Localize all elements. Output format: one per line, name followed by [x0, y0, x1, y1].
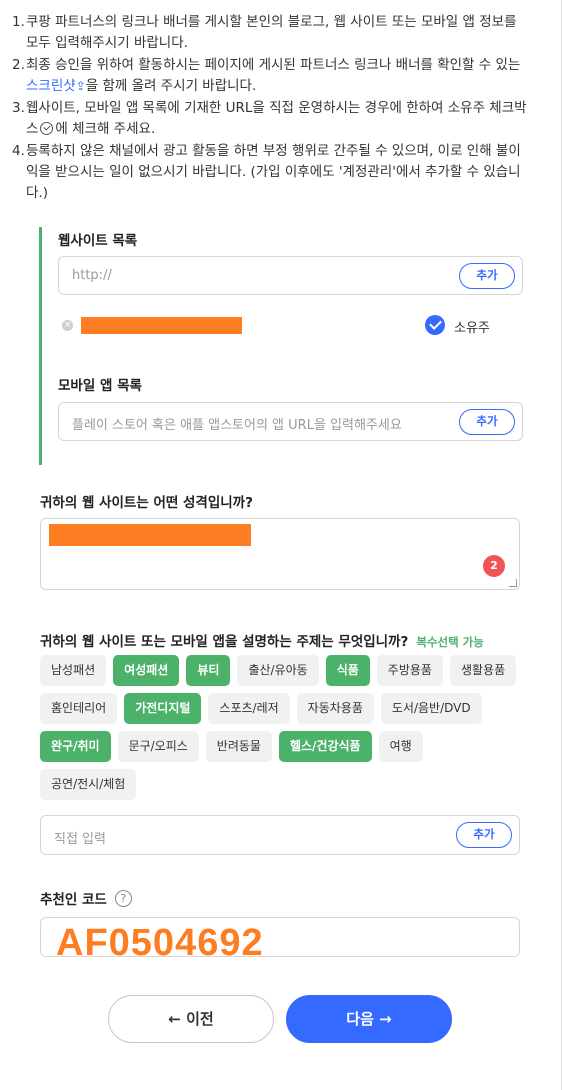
- app-url-input[interactable]: 플레이 스토어 혹은 애플 앱스토어의 앱 URL을 입력해주세요 추가: [58, 402, 523, 441]
- topic-tag[interactable]: 자동차용품: [296, 693, 374, 724]
- topic-tag[interactable]: 반려동물: [205, 731, 272, 762]
- instruction-number: 2.: [12, 57, 25, 73]
- add-app-button[interactable]: 추가: [459, 409, 515, 435]
- channel-section: 웹사이트 목록 http:// 추가 × 소유주 모바일 앱 목록 플레이 스토…: [39, 227, 524, 465]
- multi-select-note: 복수선택 가능: [416, 635, 484, 649]
- resize-handle[interactable]: [509, 579, 517, 587]
- app-url-placeholder: 플레이 스토어 혹은 애플 앱스토어의 앱 URL을 입력해주세요: [72, 418, 402, 433]
- topic-tag[interactable]: 홈인테리어: [40, 693, 118, 724]
- instruction-text: 쿠팡 파트너스의 링크나 배너를 게시할 본인의 블로그, 웹 사이트 또는 모…: [26, 14, 517, 51]
- topic-tag[interactable]: 완구/취미: [40, 731, 111, 762]
- topics-question-text: 귀하의 웹 사이트 또는 모바일 앱을 설명하는 주제는 무엇입니까?: [40, 634, 409, 650]
- owner-checkbox[interactable]: [425, 315, 445, 335]
- remove-icon[interactable]: ×: [62, 320, 73, 331]
- website-url-input[interactable]: http:// 추가: [58, 256, 523, 295]
- error-count-badge: 2: [483, 555, 505, 577]
- prev-button[interactable]: ← 이전: [108, 995, 274, 1043]
- referral-label-text: 추천인 코드: [40, 892, 107, 908]
- topic-tag[interactable]: 남성패션: [40, 655, 107, 686]
- instruction-item: 2. 최종 승인을 위하여 활동하시는 페이지에 게시된 파트너스 링크나 배너…: [12, 55, 532, 97]
- topic-tag[interactable]: 여행: [378, 731, 423, 762]
- add-website-button[interactable]: 추가: [459, 263, 515, 289]
- topic-tags: 남성패션 여성패션 뷰티 출산/유아동 식품 주방용품 생활용품홈인테리어 가전디지털 스포츠/…: [40, 655, 520, 800]
- website-list-label: 웹사이트 목록: [58, 233, 138, 249]
- topic-tag[interactable]: 출산/유아동: [237, 655, 319, 686]
- next-button[interactable]: 다음 →: [286, 995, 452, 1043]
- upload-icon[interactable]: ⇪: [76, 76, 86, 97]
- redacted-url: [81, 317, 242, 334]
- topic-tag[interactable]: 뷰티: [186, 655, 231, 686]
- help-icon[interactable]: ?: [114, 889, 132, 907]
- instruction-text-part: 을 함께 올려 주시기 바랍니다.: [85, 78, 257, 94]
- instruction-text-part: 최종 승인을 위하여 활동하시는 페이지에 게시된 파트너스 링크나 배너를 확…: [26, 57, 521, 73]
- owner-label: 소유주: [454, 321, 490, 336]
- instruction-text-part: 에 체크해 주세요.: [55, 121, 156, 137]
- app-list-label: 모바일 앱 목록: [58, 378, 142, 394]
- topic-tag[interactable]: 여성패션: [113, 655, 180, 686]
- instruction-item: 4. 등록하지 않은 채널에서 광고 활동을 하면 부정 행위로 간주될 수 있…: [12, 141, 532, 204]
- topic-tag[interactable]: 주방용품: [376, 655, 443, 686]
- direct-topic-input[interactable]: 직접 입력 추가: [40, 815, 520, 855]
- topic-tag[interactable]: 생활용품: [449, 655, 517, 686]
- website-url-placeholder: http://: [72, 268, 112, 283]
- topic-tag[interactable]: 가전디지털: [124, 693, 202, 724]
- site-type-textarea[interactable]: 2: [40, 518, 520, 590]
- add-topic-button[interactable]: 추가: [456, 822, 512, 848]
- instruction-text: 웹사이트, 모바일 앱 목록에 기재한 URL을 직접 운영하시는 경우에 한하…: [26, 98, 532, 140]
- instruction-text: 최종 승인을 위하여 활동하시는 페이지에 게시된 파트너스 링크나 배너를 확…: [26, 55, 532, 97]
- instruction-number: 4.: [12, 143, 25, 159]
- topic-tag[interactable]: 스포츠/레저: [208, 693, 290, 724]
- instructions-list: 1. 쿠팡 파트너스의 링크나 배너를 게시할 본인의 블로그, 웹 사이트 또…: [12, 12, 532, 205]
- referral-label: 추천인 코드 ?: [40, 888, 132, 908]
- topic-tag[interactable]: 도서/음반/DVD: [380, 693, 482, 724]
- instruction-number: 3.: [12, 100, 25, 116]
- site-type-question: 귀하의 웹 사이트는 어떤 성격입니까?: [40, 495, 253, 511]
- check-circle-icon: [40, 122, 54, 135]
- instruction-number: 1.: [12, 14, 25, 30]
- screenshot-link[interactable]: 스크린샷⇪: [26, 78, 86, 94]
- topic-tag[interactable]: 식품: [325, 655, 370, 686]
- referral-code-value: AF0504692: [56, 922, 264, 964]
- topic-tag[interactable]: 공연/전시/체험: [40, 769, 137, 800]
- topic-tag[interactable]: 문구/오피스: [117, 731, 199, 762]
- direct-topic-placeholder: 직접 입력: [54, 832, 106, 847]
- topic-tag[interactable]: 헬스/건강식품: [278, 731, 372, 762]
- instruction-text: 등록하지 않은 채널에서 광고 활동을 하면 부정 행위로 간주될 수 있으며,…: [26, 143, 521, 201]
- screenshot-link-label[interactable]: 스크린샷: [26, 78, 76, 94]
- redacted-answer: [49, 524, 251, 546]
- instruction-item: 3. 웹사이트, 모바일 앱 목록에 기재한 URL을 직접 운영하시는 경우에…: [12, 98, 532, 140]
- topics-question: 귀하의 웹 사이트 또는 모바일 앱을 설명하는 주제는 무엇입니까? 복수선택 …: [40, 630, 484, 650]
- instruction-item: 1. 쿠팡 파트너스의 링크나 배너를 게시할 본인의 블로그, 웹 사이트 또…: [12, 12, 532, 54]
